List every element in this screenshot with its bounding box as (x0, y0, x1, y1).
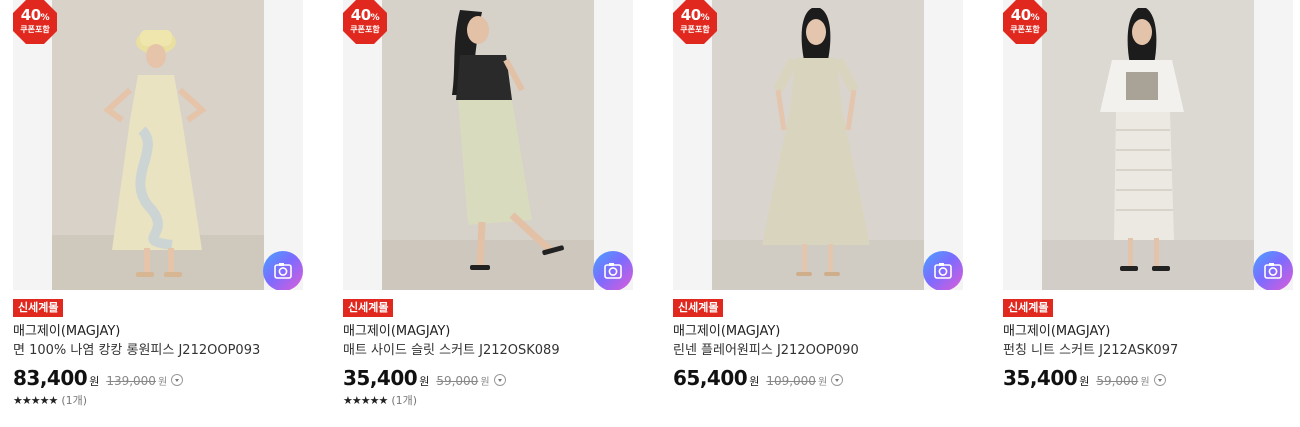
original-price: 139,000 (106, 374, 156, 388)
discount-percent: 40 (1010, 6, 1031, 24)
percent-sign: % (1030, 13, 1040, 23)
sale-price-unit: 원 (1079, 375, 1090, 388)
store-tag: 신세계몰 (673, 299, 724, 317)
product-name[interactable]: 린넨 플레어원피스 J212OOP090 (673, 342, 859, 359)
sale-price: 65,400 (673, 366, 748, 390)
dress-model-photo (712, 0, 924, 290)
sale-price-unit: 원 (419, 375, 430, 388)
product-card[interactable]: 40% 쿠폰포함 신세계몰 매그제이(MAGJAY) 린넨 플레어원피스 J21… (673, 0, 963, 420)
rating-stars: ★★★★★ (13, 394, 58, 407)
review-count: (1개) (61, 394, 88, 407)
image-search-button[interactable] (1253, 251, 1293, 290)
coupon-included-label: 쿠폰포함 (680, 25, 710, 34)
price-detail-toggle-icon[interactable] (831, 374, 844, 386)
coupon-discount-badge: 40% 쿠폰포함 (343, 0, 387, 44)
coupon-included-label: 쿠폰포함 (20, 25, 50, 34)
camera-icon (604, 263, 622, 279)
price-detail-toggle-icon[interactable] (171, 374, 184, 386)
rating-stars: ★★★★★ (343, 394, 388, 407)
sale-price-unit: 원 (89, 375, 100, 388)
original-price-unit: 원 (480, 377, 490, 388)
product-photo[interactable] (52, 0, 264, 290)
camera-icon (934, 263, 952, 279)
product-photo[interactable] (382, 0, 594, 290)
product-name[interactable]: 펀칭 니트 스커트 J212ASK097 (1003, 342, 1178, 359)
coupon-discount-badge: 40% 쿠폰포함 (1003, 0, 1047, 44)
coupon-included-label: 쿠폰포함 (1010, 25, 1040, 34)
product-rating: ★★★★★ (1개) (13, 394, 87, 408)
sale-price-unit: 원 (749, 375, 760, 388)
percent-sign: % (40, 13, 50, 23)
sale-price: 83,400 (13, 366, 88, 390)
coupon-discount-badge: 40% 쿠폰포함 (673, 0, 717, 44)
product-card[interactable]: 40% 쿠폰포함 신세계몰 매그제이(MAGJAY) 펀칭 니트 스커트 J21… (1003, 0, 1293, 420)
product-rating: ★★★★★ (1개) (343, 394, 417, 408)
discount-percent: 40 (680, 6, 701, 24)
product-brand[interactable]: 매그제이(MAGJAY) (1003, 323, 1110, 340)
price-row: 35,400 원 59,000 원 (343, 366, 506, 392)
coupon-discount-badge: 40% 쿠폰포함 (13, 0, 57, 44)
image-search-button[interactable] (593, 251, 633, 290)
review-count: (1개) (391, 394, 418, 407)
product-grid: 40% 쿠폰포함 신세계몰 매그제이(MAGJAY) 면 100% 나염 캉캉 … (0, 0, 1300, 427)
store-tag: 신세계몰 (1003, 299, 1054, 317)
store-tag: 신세계몰 (13, 299, 64, 317)
sale-price: 35,400 (343, 366, 418, 390)
coupon-included-label: 쿠폰포함 (350, 25, 380, 34)
sale-price: 35,400 (1003, 366, 1078, 390)
image-search-button[interactable] (263, 251, 303, 290)
dress-model-photo (52, 0, 264, 290)
image-search-button[interactable] (923, 251, 963, 290)
percent-sign: % (700, 13, 710, 23)
percent-sign: % (370, 13, 380, 23)
original-price: 109,000 (766, 374, 816, 388)
product-thumbnail[interactable]: 40% 쿠폰포함 (13, 0, 303, 290)
original-price-unit: 원 (817, 377, 828, 388)
camera-icon (274, 263, 292, 279)
product-card[interactable]: 40% 쿠폰포함 신세계몰 매그제이(MAGJAY) 면 100% 나염 캉캉 … (13, 0, 303, 420)
product-photo[interactable] (712, 0, 924, 290)
camera-icon (1264, 263, 1282, 279)
price-row: 65,400 원 109,000 원 (673, 366, 844, 392)
store-tag: 신세계몰 (343, 299, 394, 317)
skirt-model-photo (1042, 0, 1254, 290)
product-photo[interactable] (1042, 0, 1254, 290)
discount-percent: 40 (350, 6, 371, 24)
price-row: 35,400 원 59,000 원 (1003, 366, 1166, 392)
price-row: 83,400 원 139,000 원 (13, 366, 184, 392)
discount-percent: 40 (20, 6, 41, 24)
original-price-unit: 원 (1140, 377, 1150, 388)
original-price-unit: 원 (157, 377, 168, 388)
original-price: 59,000 (1096, 374, 1139, 388)
price-detail-toggle-icon[interactable] (493, 374, 506, 386)
product-thumbnail[interactable]: 40% 쿠폰포함 (343, 0, 633, 290)
product-name[interactable]: 매트 사이드 슬릿 스커트 J212OSK089 (343, 342, 560, 359)
product-brand[interactable]: 매그제이(MAGJAY) (13, 323, 120, 340)
price-detail-toggle-icon[interactable] (1153, 374, 1166, 386)
product-brand[interactable]: 매그제이(MAGJAY) (673, 323, 780, 340)
product-thumbnail[interactable]: 40% 쿠폰포함 (1003, 0, 1293, 290)
product-thumbnail[interactable]: 40% 쿠폰포함 (673, 0, 963, 290)
original-price: 59,000 (436, 374, 479, 388)
skirt-model-photo (382, 0, 594, 290)
product-card[interactable]: 40% 쿠폰포함 신세계몰 매그제이(MAGJAY) 매트 사이드 슬릿 스커트… (343, 0, 633, 420)
product-name[interactable]: 면 100% 나염 캉캉 롱원피스 J212OOP093 (13, 342, 260, 359)
product-brand[interactable]: 매그제이(MAGJAY) (343, 323, 450, 340)
